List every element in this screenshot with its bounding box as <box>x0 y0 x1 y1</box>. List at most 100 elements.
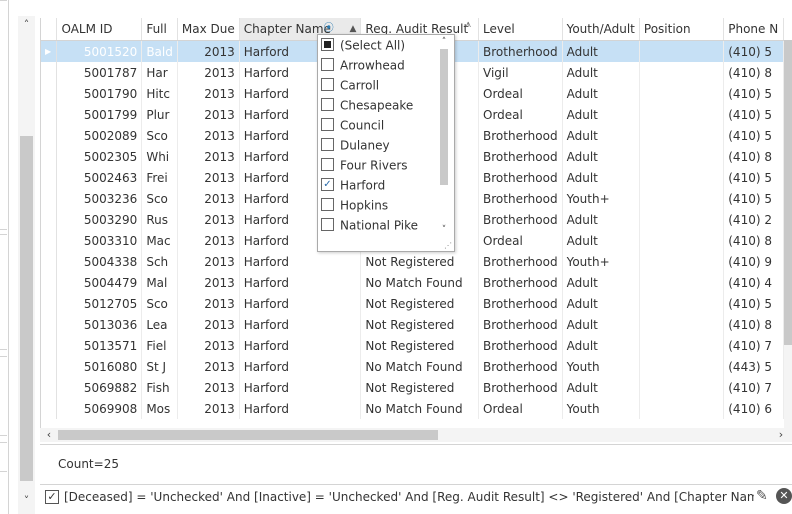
row-indicator[interactable] <box>41 125 58 146</box>
cell-ya[interactable]: Adult <box>562 230 640 251</box>
cell-ya[interactable]: Youth <box>562 398 640 419</box>
cell-chapter[interactable]: Harford <box>239 377 362 398</box>
filter-popup-scrollbar[interactable]: ˄ ˅ <box>438 37 450 237</box>
cell-full[interactable]: Sco <box>141 293 178 314</box>
edit-filter-pencil-icon[interactable]: ✎ <box>756 488 768 504</box>
cell-pos[interactable] <box>639 62 725 83</box>
cell-due[interactable]: 2013 <box>177 62 240 83</box>
scroll-left-icon[interactable]: ‹ <box>42 428 56 442</box>
cell-due[interactable]: 2013 <box>177 314 240 335</box>
cell-id[interactable]: 5003236 <box>56 188 143 209</box>
cell-audit[interactable]: Not Registered <box>360 377 480 398</box>
cell-full[interactable]: Mac <box>141 230 178 251</box>
cell-chapter[interactable]: Harford <box>239 398 362 419</box>
cell-level[interactable]: Vigil <box>478 62 563 83</box>
filter-option[interactable]: ✓ Harford <box>321 175 437 195</box>
cell-pos[interactable] <box>639 104 725 125</box>
cell-full[interactable]: Har <box>141 62 178 83</box>
cell-pos[interactable] <box>639 83 725 104</box>
cell-level[interactable]: Brotherhood <box>478 314 563 335</box>
row-indicator[interactable] <box>41 230 58 251</box>
cell-chapter[interactable]: Harford <box>239 335 362 356</box>
column-header-max-due[interactable]: Max Due <box>177 18 240 41</box>
cell-audit[interactable]: Not Registered <box>360 293 480 314</box>
row-indicator[interactable] <box>41 104 58 125</box>
resize-grip-icon[interactable]: ⋰ <box>444 241 452 250</box>
cell-due[interactable]: 2013 <box>177 146 240 167</box>
cell-phone[interactable]: (443) 5 <box>723 356 784 377</box>
cell-level[interactable]: Ordeal <box>478 104 563 125</box>
row-indicator[interactable] <box>41 335 58 356</box>
cell-pos[interactable] <box>639 377 725 398</box>
cell-pos[interactable] <box>639 272 725 293</box>
cell-pos[interactable] <box>639 146 725 167</box>
cell-phone[interactable]: (410) 6 <box>723 398 784 419</box>
filter-option-checkbox[interactable] <box>321 138 334 151</box>
cell-phone[interactable]: (410) 8 <box>723 62 784 83</box>
scroll-down-icon[interactable]: ˅ <box>438 225 450 235</box>
cell-pos[interactable] <box>639 293 725 314</box>
cell-ya[interactable]: Adult <box>562 314 640 335</box>
cell-phone[interactable]: (410) 5 <box>723 188 784 209</box>
cell-id[interactable]: 5003290 <box>56 209 143 230</box>
cell-full[interactable]: Hitc <box>141 83 178 104</box>
filter-option-checkbox[interactable] <box>321 98 334 111</box>
row-indicator[interactable]: ▶ <box>41 40 58 62</box>
cell-audit[interactable]: No Match Found <box>360 398 480 419</box>
cell-id[interactable]: 5001799 <box>56 104 143 125</box>
filter-expression[interactable]: [Deceased] = 'Unchecked' And [Inactive] … <box>64 490 754 504</box>
cell-due[interactable]: 2013 <box>177 188 240 209</box>
cell-ya[interactable]: Adult <box>562 209 640 230</box>
cell-level[interactable]: Ordeal <box>478 83 563 104</box>
filter-option-checkbox[interactable] <box>321 198 334 211</box>
cell-level[interactable]: Brotherhood <box>478 356 563 377</box>
cell-phone[interactable]: (410) 9 <box>723 251 784 272</box>
filter-option-checkbox[interactable] <box>321 218 334 231</box>
cell-due[interactable]: 2013 <box>177 167 240 188</box>
filter-option[interactable]: (Select All) <box>321 35 437 55</box>
filter-option-checkbox[interactable] <box>321 78 334 91</box>
cell-due[interactable]: 2013 <box>177 209 240 230</box>
cell-level[interactable]: Brotherhood <box>478 335 563 356</box>
cell-chapter[interactable]: Harford <box>239 272 362 293</box>
cell-due[interactable]: 2013 <box>177 83 240 104</box>
scroll-right-icon[interactable]: › <box>774 428 788 442</box>
cell-id[interactable]: 5004479 <box>56 272 143 293</box>
cell-full[interactable]: St J <box>141 356 178 377</box>
cell-phone[interactable]: (410) 7 <box>723 335 784 356</box>
cell-ya[interactable]: Adult <box>562 146 640 167</box>
cell-pos[interactable] <box>639 40 725 62</box>
cell-pos[interactable] <box>639 125 725 146</box>
row-indicator[interactable] <box>41 62 58 83</box>
cell-audit[interactable]: Not Registered <box>360 251 480 272</box>
cell-due[interactable]: 2013 <box>177 272 240 293</box>
scrollbar-thumb[interactable] <box>784 40 792 345</box>
cell-pos[interactable] <box>639 188 725 209</box>
cell-chapter[interactable]: Harford <box>239 251 362 272</box>
row-indicator[interactable] <box>41 356 58 377</box>
column-header-phone[interactable]: Phone N <box>723 18 784 41</box>
column-header-level[interactable]: Level <box>478 18 563 41</box>
cell-phone[interactable]: (410) 8 <box>723 230 784 251</box>
left-vertical-scrollbar[interactable]: ˄ ˅ <box>18 16 35 514</box>
cell-audit[interactable]: No Match Found <box>360 356 480 377</box>
scrollbar-thumb[interactable] <box>58 430 438 440</box>
cell-id[interactable]: 5013036 <box>56 314 143 335</box>
cell-pos[interactable] <box>639 167 725 188</box>
scroll-down-icon[interactable]: ˅ <box>18 494 35 508</box>
table-row[interactable]: 5012705 Sco 2013 Harford Not Registered Broth… <box>41 293 792 314</box>
cell-full[interactable]: Mos <box>141 398 178 419</box>
cell-ya[interactable]: Adult <box>562 272 640 293</box>
cell-id[interactable]: 5004338 <box>56 251 143 272</box>
cell-chapter[interactable]: Harford <box>239 314 362 335</box>
cell-phone[interactable]: (410) 4 <box>723 272 784 293</box>
cell-ya[interactable]: Youth+ <box>562 251 640 272</box>
cell-level[interactable]: Brotherhood <box>478 167 563 188</box>
cell-audit[interactable]: Not Registered <box>360 314 480 335</box>
filter-option-checkbox[interactable]: ✓ <box>321 178 334 191</box>
row-indicator[interactable] <box>41 314 58 335</box>
scrollbar-thumb[interactable] <box>20 136 33 481</box>
cell-due[interactable]: 2013 <box>177 335 240 356</box>
cell-level[interactable]: Brotherhood <box>478 209 563 230</box>
cell-due[interactable]: 2013 <box>177 293 240 314</box>
